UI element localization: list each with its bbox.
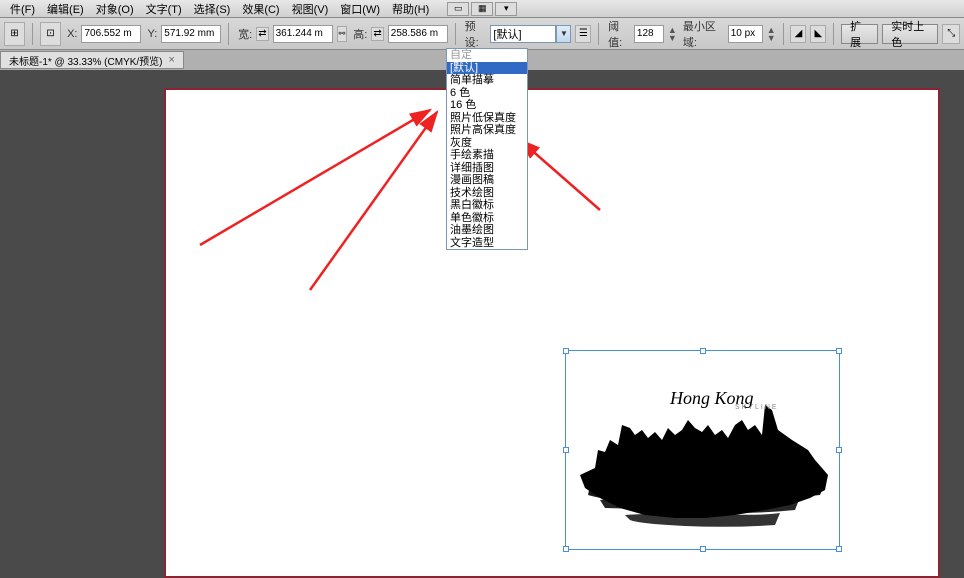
selection-handle-tm[interactable] — [700, 348, 706, 354]
dd-item-photo-high[interactable]: 照片高保真度 — [447, 124, 527, 137]
menu-help[interactable]: 帮助(H) — [386, 0, 435, 18]
minarea-input[interactable] — [728, 25, 763, 43]
dd-item-6color[interactable]: 6 色 — [447, 87, 527, 100]
trace-icon-2[interactable]: ◣ — [810, 25, 826, 43]
dd-item-hand-drawn[interactable]: 手绘素描 — [447, 149, 527, 162]
menu-effect[interactable]: 效果(C) — [236, 0, 285, 18]
link-w-icon[interactable]: ⇄ — [256, 27, 268, 41]
w-label: 宽: — [238, 26, 252, 42]
preset-dropdown-button[interactable]: ▼ — [556, 25, 571, 43]
selection-handle-bl[interactable] — [563, 546, 569, 552]
y-label: Y: — [147, 28, 157, 40]
menubar-icon-1[interactable]: ▭ — [447, 2, 469, 16]
selection-handle-tr[interactable] — [836, 348, 842, 354]
menu-file[interactable]: 件(F) — [4, 0, 41, 18]
options-toolbar: ⊞ ⊡ X: Y: 宽: ⇄ ⚯ 高: ⇄ 预设: ▼ ☰ 阈值: ▲▼ 最小区… — [0, 18, 964, 50]
tab-close-icon[interactable]: × — [169, 54, 175, 66]
dd-item-ink[interactable]: 油墨绘图 — [447, 224, 527, 237]
dd-item-detailed[interactable]: 详细插图 — [447, 162, 527, 175]
h-input[interactable] — [388, 25, 448, 43]
dd-item-simple-trace[interactable]: 简单描摹 — [447, 74, 527, 87]
x-input[interactable] — [81, 25, 141, 43]
minarea-label: 最小区域: — [683, 18, 724, 50]
preset-input[interactable] — [490, 25, 556, 43]
selection-bounding-box[interactable] — [565, 350, 840, 550]
dd-item-grayscale[interactable]: 灰度 — [447, 137, 527, 150]
dd-item-mono-logo[interactable]: 单色徽标 — [447, 212, 527, 225]
dd-item-photo-low[interactable]: 照片低保真度 — [447, 112, 527, 125]
selection-handle-br[interactable] — [836, 546, 842, 552]
realtime-color-button[interactable]: 实时上色 — [882, 24, 938, 44]
selection-handle-ml[interactable] — [563, 447, 569, 453]
dd-item-16color[interactable]: 16 色 — [447, 99, 527, 112]
threshold-stepper[interactable]: ▲▼ — [668, 26, 677, 42]
selection-handle-bm[interactable] — [700, 546, 706, 552]
selection-handle-tl[interactable] — [563, 348, 569, 354]
dd-item-custom[interactable]: 自定 — [447, 49, 527, 62]
preset-dropdown-list: 自定 [默认] 简单描摹 6 色 16 色 照片低保真度 照片高保真度 灰度 手… — [446, 48, 528, 250]
x-label: X: — [67, 28, 77, 40]
menu-window[interactable]: 窗口(W) — [334, 0, 386, 18]
y-input[interactable] — [161, 25, 221, 43]
menu-select[interactable]: 选择(S) — [188, 0, 237, 18]
document-tab[interactable]: 未标题-1* @ 33.33% (CMYK/预览) × — [0, 51, 184, 69]
dd-item-technical[interactable]: 技术绘图 — [447, 187, 527, 200]
minarea-stepper[interactable]: ▲▼ — [767, 26, 776, 42]
threshold-input[interactable] — [634, 25, 664, 43]
menu-object[interactable]: 对象(O) — [90, 0, 140, 18]
link-wh-icon[interactable]: ⚯ — [337, 26, 348, 42]
embed-icon[interactable]: ⊞ — [4, 22, 25, 46]
threshold-label: 阈值: — [608, 18, 630, 50]
toolbar-end-icon[interactable]: ⤡ — [942, 24, 960, 44]
expand-button[interactable]: 扩展 — [841, 24, 878, 44]
reference-point-icon[interactable]: ⊡ — [40, 22, 61, 46]
w-input[interactable] — [273, 25, 333, 43]
preset-menu-icon[interactable]: ☰ — [575, 25, 591, 43]
link-h-icon[interactable]: ⇄ — [371, 27, 383, 41]
menubar-icon-2[interactable]: ▦ — [471, 2, 493, 16]
h-label: 高: — [353, 26, 367, 42]
menu-text[interactable]: 文字(T) — [140, 0, 188, 18]
menu-view[interactable]: 视图(V) — [286, 0, 335, 18]
trace-icon-1[interactable]: ◢ — [790, 25, 806, 43]
preset-label: 预设: — [465, 18, 487, 50]
tab-title: 未标题-1* @ 33.33% (CMYK/预览) — [9, 53, 163, 68]
selection-handle-mr[interactable] — [836, 447, 842, 453]
dd-item-default[interactable]: [默认] — [447, 62, 527, 75]
dd-item-type[interactable]: 文字造型 — [447, 237, 527, 250]
menubar: 件(F) 编辑(E) 对象(O) 文字(T) 选择(S) 效果(C) 视图(V)… — [0, 0, 964, 18]
menu-edit[interactable]: 编辑(E) — [41, 0, 90, 18]
menubar-icon-3[interactable]: ▾ — [495, 2, 517, 16]
dd-item-comic[interactable]: 漫画图稿 — [447, 174, 527, 187]
dd-item-bw-logo[interactable]: 黑白徽标 — [447, 199, 527, 212]
